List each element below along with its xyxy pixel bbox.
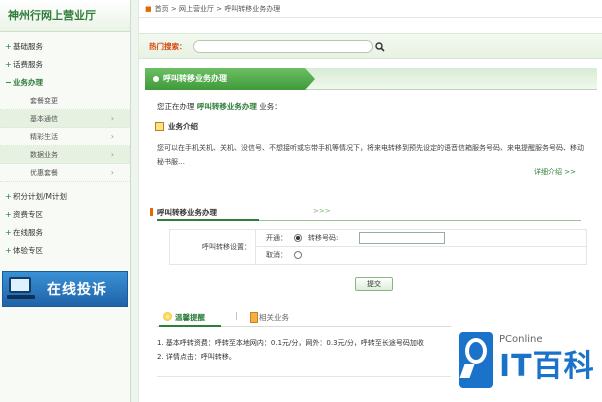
- sidebar-item-tariff[interactable]: + 资费专区: [0, 206, 130, 224]
- sidebar-subitem-discount[interactable]: 优惠套餐 ›: [0, 164, 130, 182]
- cancel-row: 取消：: [256, 247, 586, 264]
- minus-icon: −: [5, 78, 12, 87]
- enable-row: 开通： 转移号码:: [256, 230, 586, 247]
- online-complaint-banner[interactable]: 在线投诉: [2, 271, 128, 307]
- plus-icon: +: [5, 42, 12, 51]
- tips-tabs: 温馨提醒 | 相关业务: [157, 311, 587, 327]
- tip-line[interactable]: 2. 详情点击：呼叫转移。: [157, 350, 457, 364]
- pconline-logo-icon: [459, 332, 493, 388]
- more-details-link[interactable]: 详细介绍 >>: [534, 167, 576, 177]
- submit-button[interactable]: 提交: [355, 277, 393, 291]
- computer-icon: [7, 277, 37, 301]
- breadcrumb-home[interactable]: 首页: [155, 5, 169, 13]
- search-label: 热门搜索：: [149, 42, 187, 51]
- tab-warm-reminder[interactable]: 温馨提醒: [163, 312, 205, 323]
- form-tab: 呼叫转移业务办理 >>>: [150, 207, 581, 221]
- plus-icon: +: [5, 192, 12, 201]
- plus-icon: +: [5, 210, 12, 219]
- sidebar-item-points[interactable]: + 积分计划/M计划: [0, 188, 130, 206]
- sidebar-title: 神州行网上营业厅: [0, 0, 130, 32]
- document-icon: [155, 122, 164, 131]
- form-tab-title: 呼叫转移业务办理: [150, 208, 217, 217]
- sidebar-subitem-data[interactable]: 数据业务 ›: [0, 146, 130, 164]
- search-bar: 热门搜索：: [139, 33, 602, 59]
- cancel-label: 取消：: [266, 251, 287, 259]
- banner-label: 在线投诉: [47, 282, 107, 298]
- sidebar-subitem-basic-comm[interactable]: 基本通信 ›: [0, 110, 130, 128]
- watermark: PConline IT百科: [451, 326, 602, 402]
- plus-icon: +: [5, 228, 12, 237]
- sidebar-item-experience[interactable]: + 体验专区: [0, 242, 130, 260]
- sidebar-item-billing[interactable]: + 话费服务: [0, 56, 130, 74]
- breadcrumb-current: 呼叫转移业务办理: [224, 5, 281, 13]
- section-title: 呼叫转移业务办理: [163, 74, 227, 83]
- home-icon: ■: [145, 5, 152, 13]
- enable-label: 开通：: [266, 234, 287, 242]
- sidebar-item-online[interactable]: + 在线服务: [0, 224, 130, 242]
- forward-number-input[interactable]: [359, 232, 445, 244]
- tab-related-business[interactable]: 相关业务: [250, 312, 289, 323]
- watermark-brand: PConline: [499, 334, 543, 345]
- business-intro-heading: 业务介绍: [155, 121, 198, 132]
- search-input[interactable]: [193, 40, 385, 53]
- sidebar-item-business[interactable]: − 业务办理: [0, 74, 130, 92]
- chevron-right-icon: ›: [110, 114, 114, 123]
- sidebar-subitem-package-change[interactable]: 套餐变更: [0, 92, 130, 110]
- setting-label: 呼叫转移设置：: [170, 230, 256, 264]
- sidebar-subitem-life[interactable]: 精彩生活 ›: [0, 128, 130, 146]
- watermark-title: IT百科: [499, 349, 595, 384]
- tip-line: 1. 基本呼转资费：呼转至本地网内：0.1元/分，网外：0.3元/分，呼转至长途…: [157, 339, 424, 347]
- enable-radio[interactable]: [294, 234, 302, 242]
- sidebar: 神州行网上营业厅 + 基础服务 + 话费服务 − 业务办理 套餐变更 基本通信 › 精彩…: [0, 0, 131, 402]
- section-tab: 呼叫转移业务办理: [145, 68, 315, 90]
- breadcrumb-hall[interactable]: 网上营业厅: [179, 5, 214, 13]
- sidebar-item-basic[interactable]: + 基础服务: [0, 38, 130, 56]
- chevron-right-icon: ›: [110, 168, 114, 177]
- intro-text: 您正在办理 呼叫转移业务办理 业务：: [157, 102, 282, 111]
- breadcrumb: ■ 首页 > 网上营业厅 > 呼叫转移业务办理: [139, 0, 602, 18]
- number-label: 转移号码:: [308, 234, 339, 242]
- search-icon[interactable]: [374, 41, 386, 53]
- chevron-right-icon: ›: [110, 150, 114, 159]
- business-description: 您可以在手机关机、关机、没信号、不想接听或忘带手机等情况下，将来电转移到预先设定…: [157, 144, 584, 166]
- call-forward-form: 呼叫转移设置： 开通： 转移号码: 取消：: [169, 229, 587, 265]
- chevron-right-icon: ›: [110, 132, 114, 141]
- plus-icon: +: [5, 246, 12, 255]
- section-header: 呼叫转移业务办理: [145, 68, 597, 90]
- sidebar-menu: + 基础服务 + 话费服务 − 业务办理 套餐变更 基本通信 › 精彩生活 › 数据业务 ›…: [0, 32, 130, 260]
- cancel-radio[interactable]: [294, 251, 302, 259]
- bullet-icon: [153, 76, 159, 82]
- chevron-double-right-icon: >>>: [313, 207, 331, 215]
- tips-content: 1. 基本呼转资费：呼转至本地网内：0.1元/分，网外：0.3元/分，呼转至长途…: [157, 335, 457, 377]
- plus-icon: +: [5, 60, 12, 69]
